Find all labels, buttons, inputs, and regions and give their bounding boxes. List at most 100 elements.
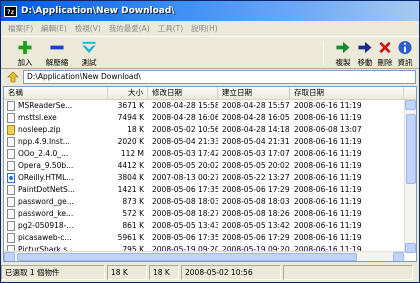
file-icon bbox=[7, 185, 15, 195]
file-name-cell[interactable]: nosleep.zip bbox=[4, 124, 108, 136]
menu-edit[interactable]: 編輯(E) bbox=[37, 23, 71, 34]
info-button[interactable]: 資訊 bbox=[389, 38, 420, 68]
test-label: 測試 bbox=[81, 58, 97, 67]
file-name-cell[interactable]: PaintDotNetS... bbox=[4, 184, 108, 196]
table-row[interactable]: password_ge... 873 K 2008-05-08 18:03 2008-… bbox=[4, 196, 416, 208]
modified-date: 2008-04-28 16:06 bbox=[152, 113, 218, 122]
file-name-cell[interactable]: password_ke... bbox=[4, 208, 108, 220]
accessed-date: 2008-06-16 11:19 bbox=[294, 173, 362, 182]
table-row[interactable]: nosleep.zip 18 K 2008-05-02 10:56 2008-04-2… bbox=[4, 124, 416, 136]
file-name: nosleep.zip bbox=[18, 125, 61, 134]
horizontal-scrollbar[interactable] bbox=[4, 251, 404, 261]
file-icon bbox=[7, 161, 15, 171]
status-size: 18 K bbox=[107, 265, 147, 280]
table-row[interactable]: PaintDotNetS... 1421 K 2008-05-06 17:35 200… bbox=[4, 184, 416, 196]
created-date: 2008-05-06 17:29 bbox=[222, 185, 290, 194]
info-label: 資訊 bbox=[397, 58, 413, 67]
table-row[interactable]: picasaweb-c... 5961 K 2008-05-06 17:35 2008… bbox=[4, 232, 416, 244]
scroll-right-button[interactable] bbox=[393, 252, 404, 261]
file-icon bbox=[7, 221, 15, 231]
menu-favorites[interactable]: 我的最愛(A) bbox=[105, 23, 154, 34]
file-icon bbox=[7, 233, 15, 243]
menu-tools[interactable]: 工具(T) bbox=[154, 23, 187, 34]
file-name-cell[interactable]: Opera_9.50b... bbox=[4, 160, 108, 172]
file-size: 5961 K bbox=[117, 233, 144, 242]
table-row[interactable]: password_ke... 572 K 2008-05-08 18:27 2008-… bbox=[4, 208, 416, 220]
created-date: 2008-05-08 18:26 bbox=[222, 209, 290, 218]
add-button[interactable]: 加入 bbox=[9, 38, 41, 68]
file-name: OReilly.HTML... bbox=[18, 173, 74, 182]
toolbar: 加入 解壓縮 測試 複製 移動 刪除 資訊 bbox=[1, 36, 419, 69]
created-date: 2008-04-28 16:05 bbox=[222, 113, 290, 122]
minus-icon bbox=[50, 45, 64, 50]
checkmark-icon bbox=[82, 41, 96, 54]
accessed-date: 2008-06-16 11:19 bbox=[294, 113, 362, 122]
column-size-header[interactable]: 大小 bbox=[108, 87, 148, 100]
created-date: 2008-04-28 15:57 bbox=[222, 101, 290, 110]
table-row[interactable]: Opera_9.50b... 4412 K 2008-05-05 20:02 2008… bbox=[4, 160, 416, 172]
file-name: picasaweb-c... bbox=[18, 233, 72, 242]
info-icon bbox=[398, 40, 412, 55]
table-row[interactable]: pg2-050918-... 861 K 2008-05-05 13:43 2008-… bbox=[4, 220, 416, 232]
vertical-scrollbar[interactable] bbox=[404, 100, 416, 253]
file-size: 861 K bbox=[122, 221, 144, 230]
file-name-cell[interactable]: OReilly.HTML... bbox=[4, 172, 108, 184]
title-bar[interactable]: 7z D:\Application\New Download\ bbox=[1, 1, 419, 21]
modified-date: 2008-05-05 13:43 bbox=[152, 221, 218, 230]
file-size: 7494 K bbox=[117, 113, 144, 122]
column-created-header[interactable]: 建立日期 bbox=[218, 87, 290, 100]
menu-view[interactable]: 檢視(V) bbox=[71, 23, 105, 34]
column-accessed-header[interactable]: 存取日期 bbox=[290, 87, 404, 100]
scroll-left-button[interactable] bbox=[4, 252, 15, 261]
table-row[interactable]: npp.4.9.Inst... 2020 K 2008-05-04 21:33 200… bbox=[4, 136, 416, 148]
file-name: password_ke... bbox=[18, 209, 74, 218]
table-row[interactable]: MSReaderSe... 3671 K 2008-04-28 15:58 2008-… bbox=[4, 100, 416, 112]
accessed-date: 2008-06-16 11:19 bbox=[294, 185, 362, 194]
file-name-cell[interactable]: msttsl.exe bbox=[4, 112, 108, 124]
app-logo-icon: 7z bbox=[4, 5, 17, 17]
modified-date: 2008-04-28 15:58 bbox=[152, 101, 218, 110]
table-row[interactable]: OOo_2.4.0_... 112 M 2008-05-03 17:42 2008-0… bbox=[4, 148, 416, 160]
up-folder-icon[interactable] bbox=[7, 71, 19, 83]
file-name-cell[interactable]: OOo_2.4.0_... bbox=[4, 148, 108, 160]
file-name-cell[interactable]: MSReaderSe... bbox=[4, 100, 108, 112]
file-icon bbox=[7, 113, 15, 123]
horizontal-scroll-thumb[interactable] bbox=[17, 253, 357, 261]
file-size: 3804 K bbox=[117, 173, 144, 182]
file-size: 18 K bbox=[127, 125, 144, 134]
table-row[interactable]: msttsl.exe 7494 K 2008-04-28 16:06 2008-04-… bbox=[4, 112, 416, 124]
list-header: 名稱 大小 修改日期 建立日期 存取日期 bbox=[4, 87, 416, 100]
file-list[interactable]: 名稱 大小 修改日期 建立日期 存取日期 MSReaderSe... 3671 K… bbox=[3, 86, 417, 262]
modified-date: 2008-05-02 10:56 bbox=[152, 125, 218, 134]
file-name: MSReaderSe... bbox=[18, 101, 73, 110]
status-packed-size: 18 K bbox=[149, 265, 179, 280]
menu-file[interactable]: 檔案(F) bbox=[4, 23, 37, 34]
file-name: password_ge... bbox=[18, 197, 74, 206]
accessed-date: 2008-06-08 13:07 bbox=[294, 125, 362, 134]
status-date: 2008-05-02 10:56 bbox=[181, 265, 281, 280]
vertical-scroll-thumb[interactable] bbox=[406, 114, 416, 184]
status-empty bbox=[283, 265, 413, 280]
column-modified-header[interactable]: 修改日期 bbox=[148, 87, 218, 100]
extract-button[interactable]: 解壓縮 bbox=[41, 38, 73, 68]
scroll-up-button[interactable] bbox=[405, 100, 416, 110]
modified-date: 2008-05-06 17:35 bbox=[152, 185, 218, 194]
scroll-down-button[interactable] bbox=[405, 243, 416, 253]
file-name-cell[interactable]: pg2-050918-... bbox=[4, 220, 108, 232]
zip-file-icon bbox=[7, 125, 15, 135]
modified-date: 2008-05-06 17:35 bbox=[152, 233, 218, 242]
test-button[interactable]: 測試 bbox=[73, 38, 105, 68]
file-name-cell[interactable]: password_ge... bbox=[4, 196, 108, 208]
file-name: PaintDotNetS... bbox=[18, 185, 75, 194]
address-input[interactable]: D:\Application\New Download\ bbox=[23, 70, 416, 84]
menu-help[interactable]: 說明(H) bbox=[187, 23, 222, 34]
file-name-cell[interactable]: picasaweb-c... bbox=[4, 232, 108, 244]
created-date: 2008-05-22 13:27 bbox=[222, 173, 290, 182]
column-name-header[interactable]: 名稱 bbox=[4, 87, 108, 100]
file-name: npp.4.9.Inst... bbox=[18, 137, 70, 146]
table-row[interactable]: OReilly.HTML... 3804 K 2007-08-13 00:27 200… bbox=[4, 172, 416, 184]
modified-date: 2008-05-05 20:02 bbox=[152, 161, 218, 170]
modified-date: 2008-05-04 21:33 bbox=[152, 137, 218, 146]
file-name-cell[interactable]: npp.4.9.Inst... bbox=[4, 136, 108, 148]
file-icon bbox=[7, 197, 15, 207]
